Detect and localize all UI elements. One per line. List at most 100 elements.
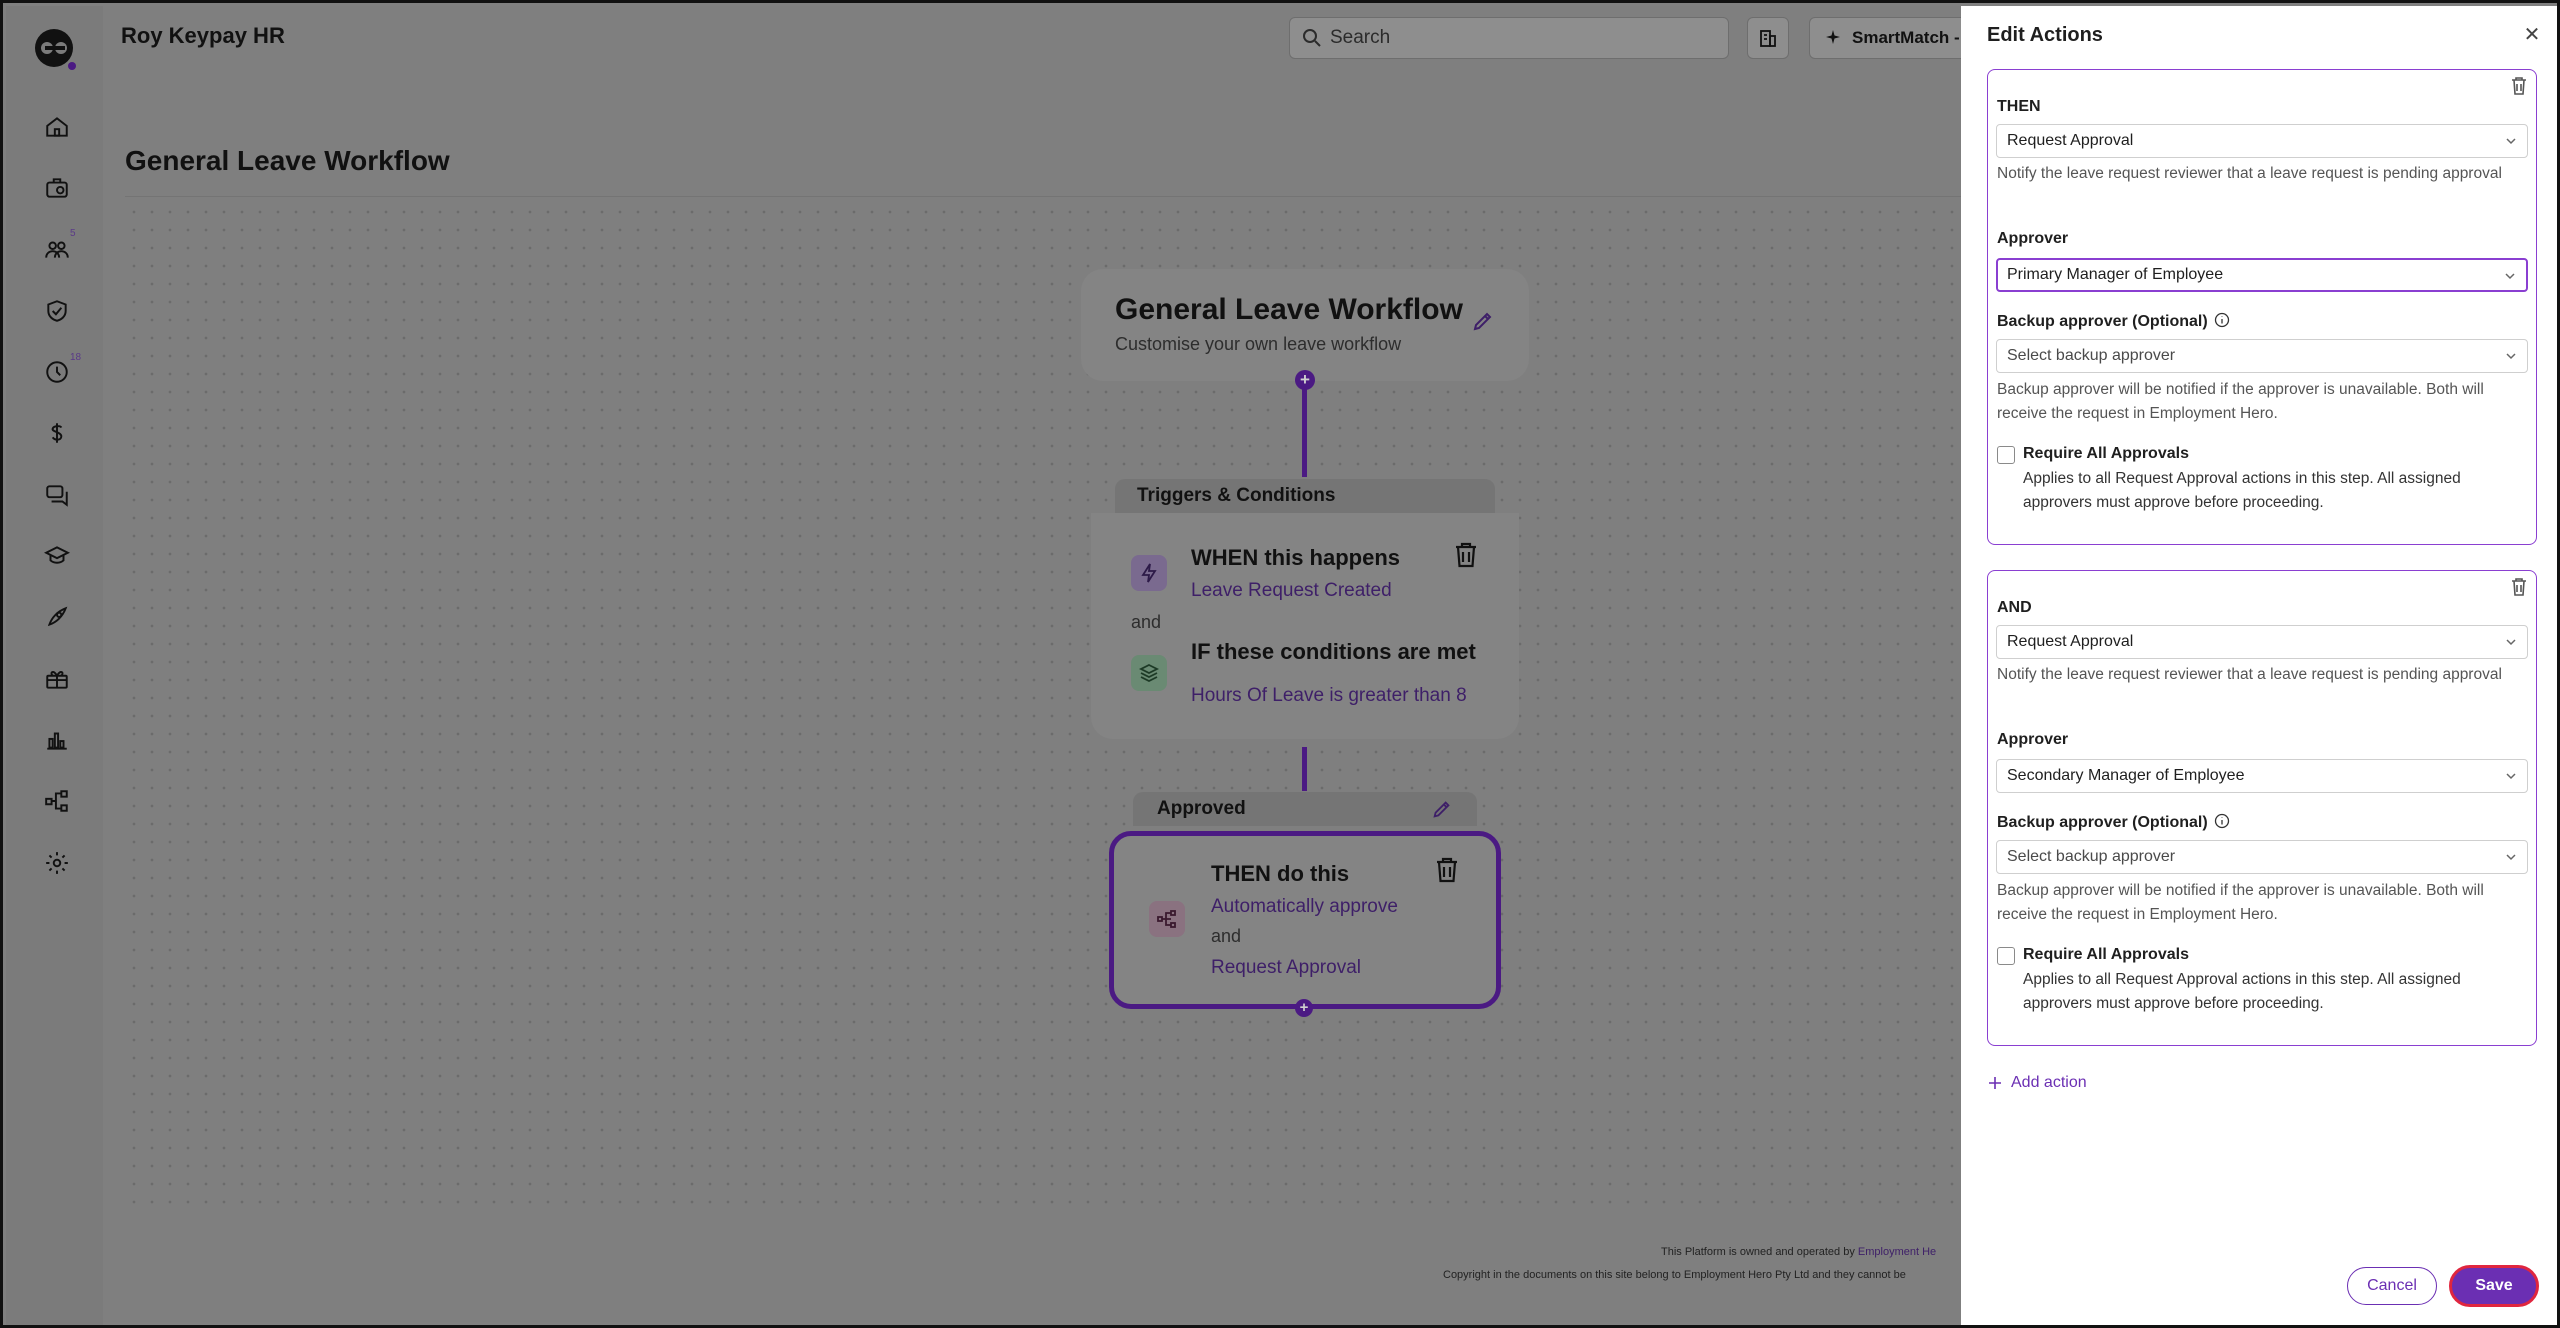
- smartmatch-label: SmartMatch -: [1852, 28, 1960, 47]
- action-1-approver-label: Approver: [1997, 230, 2069, 247]
- and-label: and: [1131, 612, 1162, 632]
- action-1-approver-select[interactable]: Primary Manager of Employee: [1996, 258, 2528, 292]
- delete-action-1-trash-icon[interactable]: [2510, 76, 2528, 96]
- delete-then-trash-icon[interactable]: [1434, 856, 1460, 884]
- action-2-require-title: Require All Approvals: [2023, 946, 2189, 963]
- add-action-button[interactable]: Add action: [1987, 1074, 2087, 1092]
- delete-action-2-trash-icon[interactable]: [2510, 577, 2528, 597]
- window-frame: 5 18 Roy Keypay HR Search SmartMatch - G…: [0, 0, 2560, 1328]
- approved-header: Approved: [1133, 792, 1477, 826]
- action-2-approver-value: Secondary Manager of Employee: [2007, 767, 2245, 784]
- settings-gear-icon[interactable]: [42, 848, 72, 878]
- save-button[interactable]: Save: [2449, 1265, 2539, 1307]
- learning-icon[interactable]: [42, 541, 72, 571]
- smartmatch-button[interactable]: SmartMatch -: [1809, 17, 1969, 59]
- chevron-down-icon: [2506, 773, 2516, 780]
- action-1-require-title: Require All Approvals: [2023, 445, 2189, 462]
- action-2-type-select[interactable]: Request Approval: [1996, 625, 2528, 659]
- action-2-heading: AND: [1997, 599, 2032, 616]
- then-action-1[interactable]: Automatically approve: [1211, 896, 1398, 918]
- global-search-input[interactable]: Search: [1289, 17, 1729, 59]
- dollar-icon[interactable]: [42, 418, 72, 448]
- action-2-type-value: Request Approval: [2007, 633, 2134, 650]
- time-badge: 18: [70, 352, 82, 363]
- footer-link[interactable]: Employment He: [1858, 1246, 1936, 1258]
- action-card-1: THEN Request Approval Notify the leave r…: [1987, 69, 2537, 545]
- hiring-icon[interactable]: [42, 173, 72, 203]
- edit-pencil-icon[interactable]: [1471, 309, 1495, 333]
- org-name[interactable]: Roy Keypay HR: [121, 23, 285, 49]
- layers-icon: [1131, 655, 1167, 691]
- chat-icon[interactable]: [42, 480, 72, 510]
- footer-ownership-text: This Platform is owned and operated by: [1661, 1246, 1855, 1258]
- triggers-conditions-header: Triggers & Conditions: [1115, 479, 1495, 513]
- if-title: IF these conditions are met: [1191, 639, 1476, 664]
- connector-line: [1302, 381, 1307, 477]
- action-1-backup-label: Backup approver (Optional): [1997, 312, 2230, 331]
- home-icon[interactable]: [42, 112, 72, 142]
- action-1-heading: THEN: [1997, 98, 2041, 115]
- then-title: THEN do this: [1211, 861, 1350, 886]
- close-icon[interactable]: ✕: [2521, 24, 2543, 46]
- action-1-backup-helper: Backup approver will be notified if the …: [1997, 381, 2484, 422]
- connector-line-2: [1302, 747, 1307, 791]
- action-2-backup-label: Backup approver (Optional): [1997, 813, 2230, 832]
- then-and-label: and: [1211, 926, 1242, 946]
- when-value[interactable]: Leave Request Created: [1191, 580, 1392, 602]
- rocket-icon[interactable]: [42, 602, 72, 632]
- action-2-backup-select[interactable]: Select backup approver: [1996, 840, 2528, 874]
- edit-approved-pencil-icon[interactable]: [1431, 798, 1453, 820]
- then-action-2[interactable]: Request Approval: [1211, 957, 1361, 979]
- app-sidebar: 5 18: [6, 6, 103, 1325]
- action-1-require-all-checkbox[interactable]: [1997, 446, 2015, 464]
- add-step-plus-icon[interactable]: +: [1295, 370, 1315, 390]
- action-2-approver-select[interactable]: Secondary Manager of Employee: [1996, 759, 2528, 793]
- workflow-title: General Leave Workflow: [1115, 293, 1463, 326]
- action-2-helper: Notify the leave request reviewer that a…: [1997, 666, 2502, 683]
- gift-icon[interactable]: [42, 664, 72, 694]
- chevron-down-icon: [2506, 854, 2516, 861]
- chevron-down-icon: [2506, 138, 2516, 145]
- drawer-title: Edit Actions: [1987, 24, 2103, 46]
- clock-icon[interactable]: [42, 357, 72, 387]
- people-icon[interactable]: [42, 234, 72, 264]
- people-badge: 5: [70, 228, 76, 239]
- when-title: WHEN this happens: [1191, 545, 1401, 570]
- action-2-backup-placeholder: Select backup approver: [2007, 848, 2176, 865]
- action-1-backup-select[interactable]: Select backup approver: [1996, 339, 2528, 373]
- chevron-down-icon: [2506, 639, 2516, 646]
- action-1-type-select[interactable]: Request Approval: [1996, 124, 2528, 158]
- employment-hero-logo[interactable]: [32, 26, 78, 72]
- delete-trigger-trash-icon[interactable]: [1453, 541, 1479, 569]
- lightning-icon: [1131, 555, 1167, 591]
- action-2-backup-helper: Backup approver will be notified if the …: [1997, 882, 2484, 923]
- action-2-require-desc: Applies to all Request Approval actions …: [2023, 971, 2461, 1012]
- chevron-down-icon: [2506, 353, 2516, 360]
- title-divider: [125, 196, 1965, 197]
- reports-icon[interactable]: [42, 725, 72, 755]
- if-value[interactable]: Hours Of Leave is greater than 8: [1191, 685, 1467, 707]
- footer-ownership: This Platform is owned and operated by E…: [1661, 1246, 1936, 1258]
- action-1-helper: Notify the leave request reviewer that a…: [1997, 165, 2502, 182]
- building-icon: [1760, 30, 1776, 47]
- action-1-require-desc: Applies to all Request Approval actions …: [2023, 470, 2461, 511]
- info-icon[interactable]: [2214, 813, 2230, 829]
- search-placeholder: Search: [1330, 27, 1391, 48]
- action-2-approver-label: Approver: [1997, 731, 2069, 748]
- branch-icon: [1149, 901, 1185, 937]
- footer-copyright: Copyright in the documents on this site …: [1443, 1269, 1906, 1281]
- search-icon: [1303, 29, 1321, 47]
- edit-actions-drawer: Edit Actions ✕ THEN Request Approval Not…: [1961, 6, 2557, 1325]
- company-switcher-button[interactable]: [1747, 17, 1789, 59]
- action-1-backup-label-text: Backup approver (Optional): [1997, 313, 2208, 330]
- plus-icon: [1989, 1077, 2001, 1089]
- action-2-require-all-checkbox[interactable]: [1997, 947, 2015, 965]
- add-step-bottom-plus-icon[interactable]: +: [1295, 999, 1313, 1017]
- page-title: General Leave Workflow: [125, 145, 450, 176]
- chevron-down-icon: [2505, 273, 2515, 280]
- shield-check-icon[interactable]: [42, 296, 72, 326]
- info-icon[interactable]: [2214, 312, 2230, 328]
- cancel-button[interactable]: Cancel: [2347, 1267, 2437, 1305]
- sparkle-icon: [1826, 30, 1840, 44]
- workflow-icon[interactable]: [42, 786, 72, 816]
